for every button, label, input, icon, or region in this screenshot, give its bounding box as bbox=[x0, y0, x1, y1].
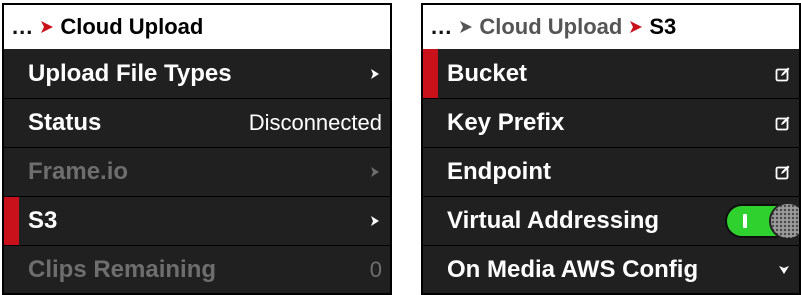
selection-indicator bbox=[4, 197, 19, 245]
breadcrumb-current: Cloud Upload bbox=[60, 14, 204, 39]
menu-item-label: Upload File Types bbox=[28, 59, 232, 87]
menu-item-key-prefix[interactable]: Key Prefix bbox=[423, 98, 799, 147]
breadcrumb-arrow-icon bbox=[40, 20, 54, 34]
chevron-right-icon bbox=[368, 165, 382, 179]
toggle-knob[interactable] bbox=[769, 202, 799, 240]
menu-item-label: On Media AWS Config bbox=[447, 256, 699, 283]
breadcrumb: ... Cloud Upload S3 bbox=[423, 5, 799, 49]
breadcrumb: ... Cloud Upload bbox=[4, 5, 390, 49]
edit-icon[interactable] bbox=[775, 66, 791, 82]
menu-item-s3[interactable]: S3 bbox=[4, 196, 390, 245]
menu-item-label: S3 bbox=[28, 207, 58, 234]
menu-item-clips-remaining: Clips Remaining 0 bbox=[4, 245, 390, 293]
menu-item-bucket[interactable]: Bucket bbox=[423, 49, 799, 98]
edit-icon[interactable] bbox=[775, 115, 791, 131]
menu-item-label: Endpoint bbox=[447, 158, 551, 185]
menu-item-label: Virtual Addressing bbox=[447, 207, 660, 234]
breadcrumb-arrow-icon bbox=[459, 20, 473, 34]
menu-item-status[interactable]: Status Disconnected bbox=[4, 98, 390, 147]
s3-menu-panel: ... Cloud Upload S3 Bucket Key Prefix En… bbox=[421, 3, 801, 295]
menu-item-label: Bucket bbox=[447, 59, 528, 87]
breadcrumb-arrow-icon bbox=[629, 20, 643, 34]
chevron-right-icon bbox=[368, 67, 382, 81]
menu-item-virtual-addressing[interactable]: Virtual Addressing bbox=[423, 196, 799, 245]
menu-item-label: Status bbox=[28, 109, 102, 136]
chevron-right-icon bbox=[368, 214, 382, 228]
menu-item-endpoint[interactable]: Endpoint bbox=[423, 147, 799, 196]
breadcrumb-ellipsis[interactable]: ... bbox=[12, 14, 33, 40]
menu-item-label: Frame.io bbox=[28, 158, 129, 185]
status-value: Disconnected bbox=[248, 110, 382, 135]
menu-item-on-media-aws-config[interactable]: On Media AWS Config bbox=[423, 245, 799, 293]
menu-item-label: Clips Remaining bbox=[28, 256, 217, 283]
cloud-upload-menu-panel: ... Cloud Upload Upload File Types Statu… bbox=[2, 3, 392, 295]
edit-icon[interactable] bbox=[775, 164, 791, 180]
breadcrumb-ellipsis[interactable]: ... bbox=[431, 14, 452, 40]
chevron-down-icon bbox=[777, 263, 791, 277]
clips-remaining-value: 0 bbox=[369, 257, 382, 282]
selection-indicator bbox=[423, 49, 438, 98]
menu-item-frame-io: Frame.io bbox=[4, 147, 390, 196]
virtual-addressing-toggle[interactable] bbox=[725, 202, 799, 240]
breadcrumb-parent[interactable]: Cloud Upload bbox=[479, 14, 622, 40]
menu-item-upload-file-types[interactable]: Upload File Types bbox=[4, 49, 390, 98]
menu-item-label: Key Prefix bbox=[447, 109, 565, 136]
toggle-on-mark bbox=[743, 214, 747, 228]
breadcrumb-current: S3 bbox=[649, 14, 677, 39]
